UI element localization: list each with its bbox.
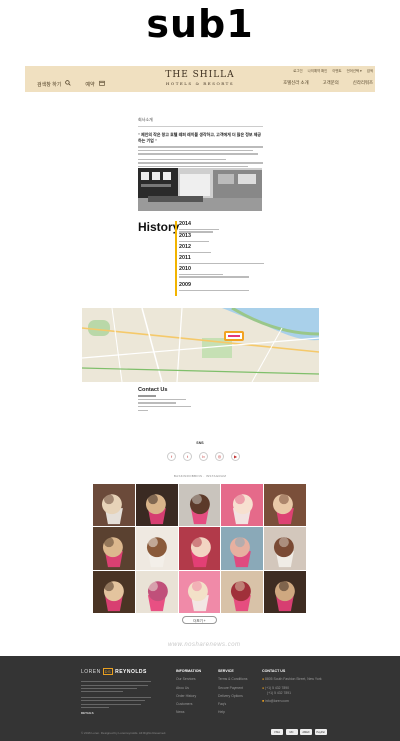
instagram-photo[interactable] xyxy=(264,527,306,570)
footer-phone-2: (+1) 5 432 7891 xyxy=(267,690,292,695)
site-header: 로그인 나의예약 확인 이벤트 언어선택 ▾ 검색 검색창 하기 예약 THE … xyxy=(25,66,375,92)
instagram-photo[interactable] xyxy=(178,527,221,570)
twitter-icon[interactable]: t xyxy=(183,452,192,461)
brand-name: THE SHILLA xyxy=(165,70,235,80)
youtube-icon[interactable]: ▶ xyxy=(231,452,240,461)
nav-item-rewards[interactable]: 신라리워즈 xyxy=(353,80,373,86)
instagram-photo[interactable] xyxy=(221,527,264,570)
instagram-photo[interactable] xyxy=(93,484,135,527)
footer-service-col: SERVICE Terms & Conditions Secure Paymen… xyxy=(218,669,247,714)
history-item: 2010 xyxy=(179,266,249,278)
contact-section: Contact Us xyxy=(138,387,263,411)
footer-information-col: INFORMATION Our Services Abou Us Order H… xyxy=(176,669,201,714)
footer-link[interactable]: Secure Payment xyxy=(218,686,247,690)
instagram-photo[interactable] xyxy=(178,570,221,613)
instagram-photo[interactable] xyxy=(264,570,306,613)
footer-link[interactable]: Delivery Options xyxy=(218,694,247,698)
sns-links: f t b ◎ ▶ xyxy=(167,452,240,461)
footer-brand-left: LOREN xyxy=(81,669,101,675)
footer-link[interactable]: Faq's xyxy=(218,702,247,706)
watermark: www.nosharenews.com xyxy=(168,642,241,648)
history-year: 2013 xyxy=(179,233,191,239)
about-section-title: 회사소개 xyxy=(138,117,263,127)
history-item: 2013 xyxy=(179,233,209,242)
location-map[interactable] xyxy=(82,308,319,382)
footer-brand-badge: DS xyxy=(102,668,114,675)
store-interior-photo xyxy=(138,168,262,211)
footer-information-heading: INFORMATION xyxy=(176,669,202,673)
footer-link[interactable]: Help xyxy=(218,710,247,714)
contact-details xyxy=(138,395,263,411)
about-headline: " 제안의 작은 창고 호텔 레퍼 레이블 생각하고, 고객에게 더 많은 정보… xyxy=(138,132,262,143)
paypal-icon: PayPal xyxy=(314,729,327,735)
footer-copyright: © 2016 Loren. Designed by Lorenreynolds.… xyxy=(81,731,167,735)
instagram-label: BASKINROBBINS · INSTAGRAM xyxy=(173,474,227,478)
footer-phone: ● (+1) 5 432 7890 xyxy=(262,685,290,690)
footer-link[interactable]: Our Services xyxy=(176,677,201,681)
instagram-photo[interactable] xyxy=(93,570,135,613)
instagram-photo[interactable] xyxy=(93,527,135,570)
site-footer: LOREN DS REYNOLDS DETAILS INFORMATION Ou… xyxy=(0,656,400,741)
history-year: 2009 xyxy=(179,282,191,288)
footer-service-heading: SERVICE xyxy=(218,669,234,673)
facebook-icon[interactable]: f xyxy=(167,452,176,461)
footer-details-heading: DETAILS xyxy=(81,711,94,716)
sns-label: SNS xyxy=(196,441,204,445)
footer-contact-col: CONTACT US ● 8805 South Fashion Street, … xyxy=(262,669,322,703)
history-timeline-bar xyxy=(175,221,177,296)
footer-link[interactable]: Abou Us xyxy=(176,686,201,690)
mastercard-icon: MC xyxy=(285,729,298,735)
instagram-photo-grid xyxy=(93,484,306,613)
amex-icon: AMEX xyxy=(300,729,312,735)
footer-link[interactable]: Customers xyxy=(176,702,201,706)
history-item: 2014 xyxy=(179,221,219,233)
instagram-photo[interactable] xyxy=(264,484,306,527)
nav-item-inquiry[interactable]: 고객문의 xyxy=(323,80,339,86)
more-button[interactable]: 더보기 + xyxy=(182,616,217,624)
footer-email[interactable]: ■ info@loren.com xyxy=(262,699,322,703)
footer-link[interactable]: News xyxy=(176,710,201,714)
history-year: 2010 xyxy=(179,266,191,272)
contact-title: Contact Us xyxy=(138,387,168,393)
nav-item-about[interactable]: 호텔신라 소개 xyxy=(283,80,308,86)
footer-contact-heading: CONTACT US xyxy=(262,669,286,673)
footer-brand-right: REYNOLDS xyxy=(115,669,147,675)
instagram-photo[interactable] xyxy=(221,484,264,527)
history-year: 2011 xyxy=(179,255,191,261)
blog-icon[interactable]: b xyxy=(199,452,208,461)
history-title: History xyxy=(138,220,180,234)
history-year: 2014 xyxy=(179,221,191,227)
history-item: 2012 xyxy=(179,244,211,253)
page-title: sub1 xyxy=(146,2,254,46)
instagram-icon[interactable]: ◎ xyxy=(215,452,224,461)
main-nav: 호텔신라 소개 고객문의 신라리워즈 xyxy=(283,80,373,86)
instagram-photo[interactable] xyxy=(135,484,178,527)
payment-methods: VISA MC AMEX PayPal xyxy=(271,729,327,735)
instagram-photo[interactable] xyxy=(178,484,221,527)
history-item: 2009 xyxy=(179,282,249,291)
instagram-photo[interactable] xyxy=(135,570,178,613)
footer-link[interactable]: Order History xyxy=(176,694,201,698)
history-year: 2012 xyxy=(179,244,191,250)
footer-address: ● 8805 South Fashion Street, New York xyxy=(262,677,322,682)
instagram-photo[interactable] xyxy=(221,570,264,613)
footer-about-text: DETAILS xyxy=(81,679,151,715)
footer-link[interactable]: Terms & Conditions xyxy=(218,677,247,681)
history-item: 2011 xyxy=(179,255,264,264)
footer-brand: LOREN DS REYNOLDS xyxy=(81,668,147,675)
visa-icon: VISA xyxy=(271,729,283,735)
instagram-photo[interactable] xyxy=(135,527,178,570)
